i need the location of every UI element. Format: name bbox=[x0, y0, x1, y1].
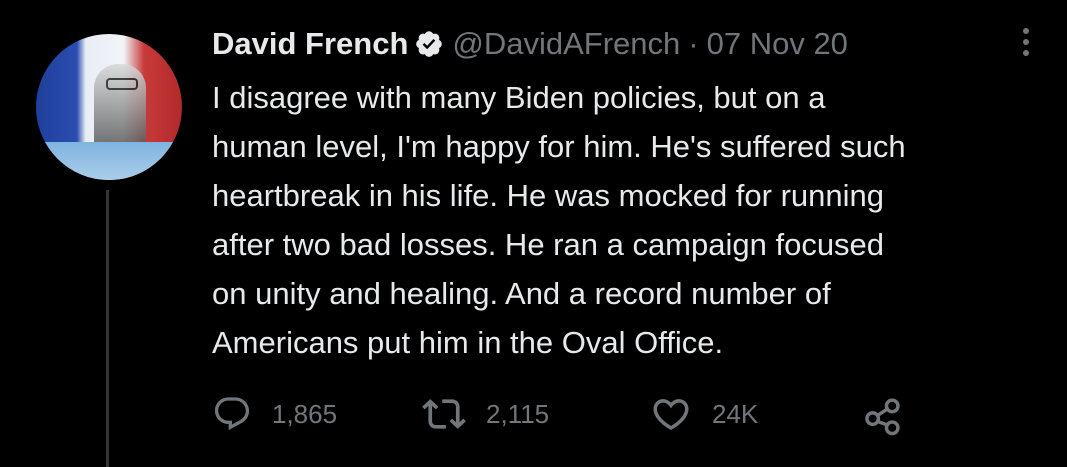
tweet-text-line: I disagree with many Biden policies, but… bbox=[212, 80, 826, 115]
share-icon bbox=[860, 391, 906, 437]
reply-button[interactable]: 1,865 bbox=[212, 392, 337, 436]
more-dot bbox=[1023, 28, 1029, 34]
like-count: 24K bbox=[712, 398, 759, 429]
more-dot bbox=[1023, 39, 1029, 45]
avatar-portrait bbox=[94, 64, 146, 148]
tweet-header: David French @DavidAFrench · 07 Nov 20 bbox=[212, 24, 848, 64]
tweet-actions: 1,865 2,115 24K bbox=[212, 392, 912, 436]
verified-badge-icon bbox=[414, 29, 444, 59]
header-separator: · bbox=[688, 26, 699, 61]
more-dot bbox=[1023, 50, 1029, 56]
tweet-text-line: after two bad losses. He ran a campaign … bbox=[212, 227, 885, 262]
avatar[interactable] bbox=[36, 34, 182, 180]
tweet-text: I disagree with many Biden policies, but… bbox=[212, 73, 1052, 367]
tweet-text-line: heartbreak in his life. He was mocked fo… bbox=[212, 178, 884, 213]
more-options-icon[interactable] bbox=[1008, 24, 1044, 60]
tweet[interactable]: David French @DavidAFrench · 07 Nov 20 I… bbox=[0, 0, 1067, 467]
tweet-date[interactable]: 07 Nov 20 bbox=[707, 26, 848, 62]
retweet-icon bbox=[422, 392, 466, 436]
retweet-button[interactable]: 2,115 bbox=[422, 392, 549, 436]
like-button[interactable]: 24K bbox=[650, 392, 758, 436]
tweet-text-line: human level, I'm happy for him. He's suf… bbox=[212, 129, 906, 164]
reply-count: 1,865 bbox=[272, 398, 338, 429]
reply-icon bbox=[212, 394, 252, 434]
share-button[interactable] bbox=[860, 392, 906, 436]
tweet-text-line: Americans put him in the Oval Office. bbox=[212, 325, 724, 360]
thread-line bbox=[106, 190, 109, 467]
retweet-count: 2,115 bbox=[486, 398, 550, 429]
author-name[interactable]: David French bbox=[212, 26, 408, 62]
author-handle[interactable]: @DavidAFrench bbox=[452, 26, 680, 62]
avatar-sky bbox=[36, 142, 182, 180]
tweet-text-line: on unity and healing. And a record numbe… bbox=[212, 276, 831, 311]
heart-icon bbox=[650, 393, 692, 435]
